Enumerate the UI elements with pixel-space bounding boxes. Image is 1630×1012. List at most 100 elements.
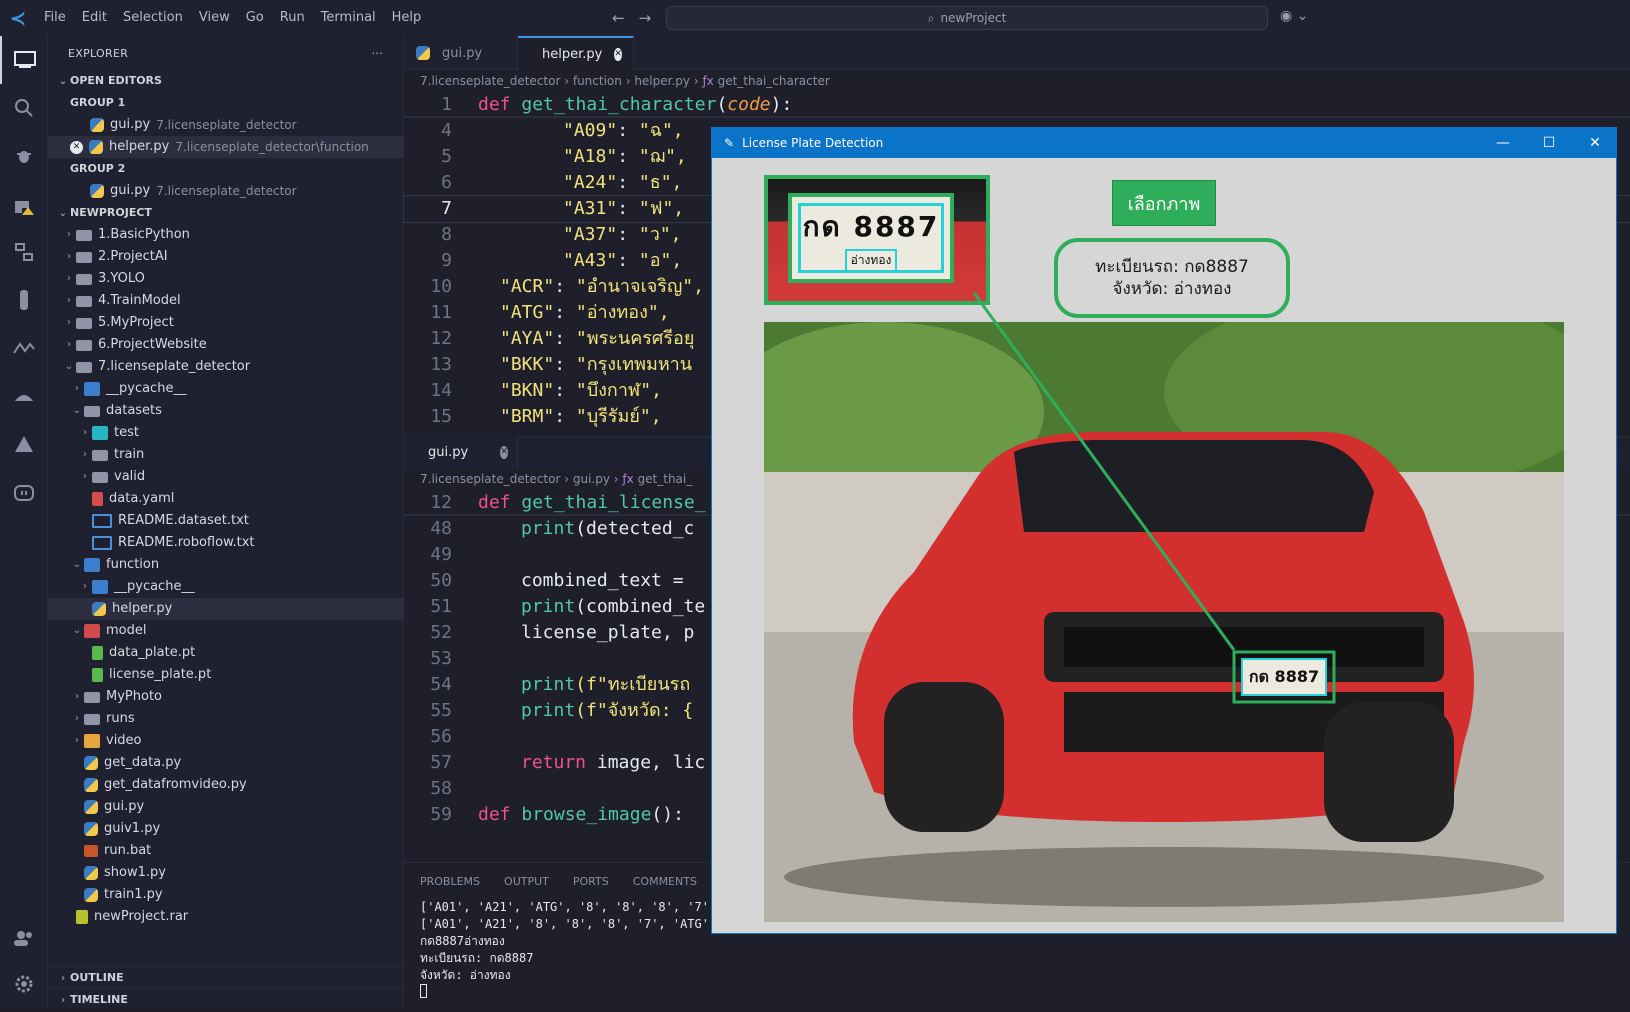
tree-folder[interactable]: › 6.ProjectWebsite xyxy=(48,334,403,356)
batch-file-icon xyxy=(84,845,98,857)
tree-folder[interactable]: › train xyxy=(48,444,403,466)
close-tab-icon[interactable]: ✕ xyxy=(614,47,622,61)
maximize-button[interactable]: ☐ xyxy=(1526,128,1572,158)
tree-folder[interactable]: › 3.YOLO xyxy=(48,268,403,290)
pycache-folder-icon xyxy=(84,382,100,396)
tree-file[interactable]: license_plate.pt xyxy=(48,664,403,686)
tree-folder[interactable]: ⌄ function xyxy=(48,554,403,576)
open-editor-gui-2[interactable]: gui.py 7.licenseplate_detector xyxy=(48,180,403,202)
menu-go[interactable]: Go xyxy=(238,0,272,36)
minimize-button[interactable]: — xyxy=(1480,128,1526,158)
tab-gui-2[interactable]: gui.py ✕ xyxy=(404,435,518,470)
dict-key: "A18" xyxy=(563,146,618,167)
function-icon: ƒx xyxy=(622,472,634,486)
tab-comments[interactable]: COMMENTS xyxy=(633,875,697,888)
breadcrumb-folder[interactable]: 7.licenseplate_detector xyxy=(420,472,560,486)
menu-selection[interactable]: Selection xyxy=(115,0,191,36)
menu-view[interactable]: View xyxy=(191,0,238,36)
testing-icon[interactable] xyxy=(0,276,48,324)
menu-edit[interactable]: Edit xyxy=(74,0,115,36)
extensions-icon[interactable] xyxy=(0,180,48,228)
tab-ports[interactable]: PORTS xyxy=(573,875,609,888)
folder-icon xyxy=(76,340,92,351)
breadcrumb-folder[interactable]: 7.licenseplate_detector xyxy=(420,74,560,88)
tree-file[interactable]: README.roboflow.txt xyxy=(48,532,403,554)
tree-folder[interactable]: › runs xyxy=(48,708,403,730)
open-editor-helper[interactable]: ✕ helper.py 7.licenseplate_detector\func… xyxy=(48,136,403,158)
tree-file[interactable]: README.dataset.txt xyxy=(48,510,403,532)
azure-icon[interactable] xyxy=(0,420,48,468)
tree-folder[interactable]: › __pycache__ xyxy=(48,576,403,598)
tree-folder[interactable]: › __pycache__ xyxy=(48,378,403,400)
tree-file[interactable]: get_datafromvideo.py xyxy=(48,774,403,796)
tree-folder[interactable]: › 4.TrainModel xyxy=(48,290,403,312)
choose-image-button[interactable]: เลือกภาพ xyxy=(1112,180,1216,226)
open-editor-gui[interactable]: gui.py 7.licenseplate_detector xyxy=(48,114,403,136)
lamp-icon[interactable] xyxy=(0,372,48,420)
accounts-icon[interactable] xyxy=(0,914,48,962)
tree-folder[interactable]: › 2.ProjectAI xyxy=(48,246,403,268)
terminal-cursor[interactable] xyxy=(404,984,1630,1001)
tab-output[interactable]: OUTPUT xyxy=(504,875,549,888)
test-folder-icon xyxy=(92,426,108,440)
copilot-chat-icon[interactable] xyxy=(0,468,48,516)
breadcrumb-symbol[interactable]: get_thai_character xyxy=(718,74,830,88)
menu-terminal[interactable]: Terminal xyxy=(313,0,384,36)
tab-helper[interactable]: helper.py ✕ xyxy=(518,36,634,70)
tree-folder[interactable]: › video xyxy=(48,730,403,752)
git-lens-icon[interactable] xyxy=(0,324,48,372)
kw: def xyxy=(478,94,511,115)
tree-label: 4.TrainModel xyxy=(98,293,181,308)
line-number: 59 xyxy=(430,804,452,825)
close-editor-icon[interactable]: ✕ xyxy=(70,140,83,154)
tree-folder[interactable]: ⌄ datasets xyxy=(48,400,403,422)
back-arrow-icon[interactable]: ← xyxy=(612,9,625,27)
kw: def xyxy=(478,804,511,825)
breadcrumb-sub[interactable]: function xyxy=(573,74,622,88)
timeline-section[interactable]: › TIMELINE xyxy=(48,988,404,1010)
breadcrumb-symbol[interactable]: get_thai_ xyxy=(638,472,693,486)
menu-run[interactable]: Run xyxy=(272,0,313,36)
tree-file[interactable]: show1.py xyxy=(48,862,403,884)
tree-folder[interactable]: › valid xyxy=(48,466,403,488)
terminal-line: ทะเบียนรถ: กด8887 xyxy=(420,951,534,965)
tree-folder[interactable]: ⌄ 7.licenseplate_detector xyxy=(48,356,403,378)
debug-icon[interactable] xyxy=(0,132,48,180)
close-tab-icon[interactable]: ✕ xyxy=(500,446,508,459)
tree-file[interactable]: gui.py xyxy=(48,796,403,818)
breadcrumb-file[interactable]: helper.py xyxy=(634,74,690,88)
more-actions-icon[interactable]: ··· xyxy=(372,47,383,60)
copilot-icon[interactable]: ◉ ⌄ xyxy=(1280,8,1308,24)
search-icon[interactable] xyxy=(0,84,48,132)
menu-help[interactable]: Help xyxy=(384,0,430,36)
tree-file[interactable]: get_data.py xyxy=(48,752,403,774)
command-center-search[interactable]: ⌕ newProject xyxy=(666,6,1268,30)
tree-folder[interactable]: › MyPhoto xyxy=(48,686,403,708)
tree-folder[interactable]: ⌄ model xyxy=(48,620,403,642)
project-section[interactable]: ⌄ NEWPROJECT xyxy=(48,202,403,224)
outline-section[interactable]: › OUTLINE xyxy=(48,966,404,988)
tree-folder[interactable]: › 1.BasicPython xyxy=(48,224,403,246)
close-button[interactable]: ✕ xyxy=(1572,128,1618,158)
menu-file[interactable]: File xyxy=(36,0,74,36)
tree-folder[interactable]: › 5.MyProject xyxy=(48,312,403,334)
forward-arrow-icon[interactable]: → xyxy=(639,9,652,27)
tree-label: license_plate.pt xyxy=(109,667,212,682)
tree-file[interactable]: run.bat xyxy=(48,840,403,862)
settings-gear-icon[interactable] xyxy=(0,960,48,1008)
remote-explorer-icon[interactable] xyxy=(0,228,48,276)
open-editors-section[interactable]: ⌄ OPEN EDITORS xyxy=(48,70,403,92)
tree-file-selected[interactable]: helper.py xyxy=(48,598,403,620)
tree-file[interactable]: newProject.rar xyxy=(48,906,403,928)
breadcrumb-file[interactable]: gui.py xyxy=(573,472,610,486)
tab-gui[interactable]: gui.py xyxy=(404,36,518,70)
tree-file[interactable]: data.yaml xyxy=(48,488,403,510)
tree-file[interactable]: train1.py xyxy=(48,884,403,906)
tree-folder[interactable]: › test xyxy=(48,422,403,444)
dict-value: "อ", xyxy=(638,250,683,271)
tree-file[interactable]: data_plate.pt xyxy=(48,642,403,664)
dict-key: "AYA" xyxy=(500,328,555,349)
tab-problems[interactable]: PROBLEMS xyxy=(420,875,480,888)
explorer-icon[interactable] xyxy=(0,36,48,84)
tree-file[interactable]: guiv1.py xyxy=(48,818,403,840)
